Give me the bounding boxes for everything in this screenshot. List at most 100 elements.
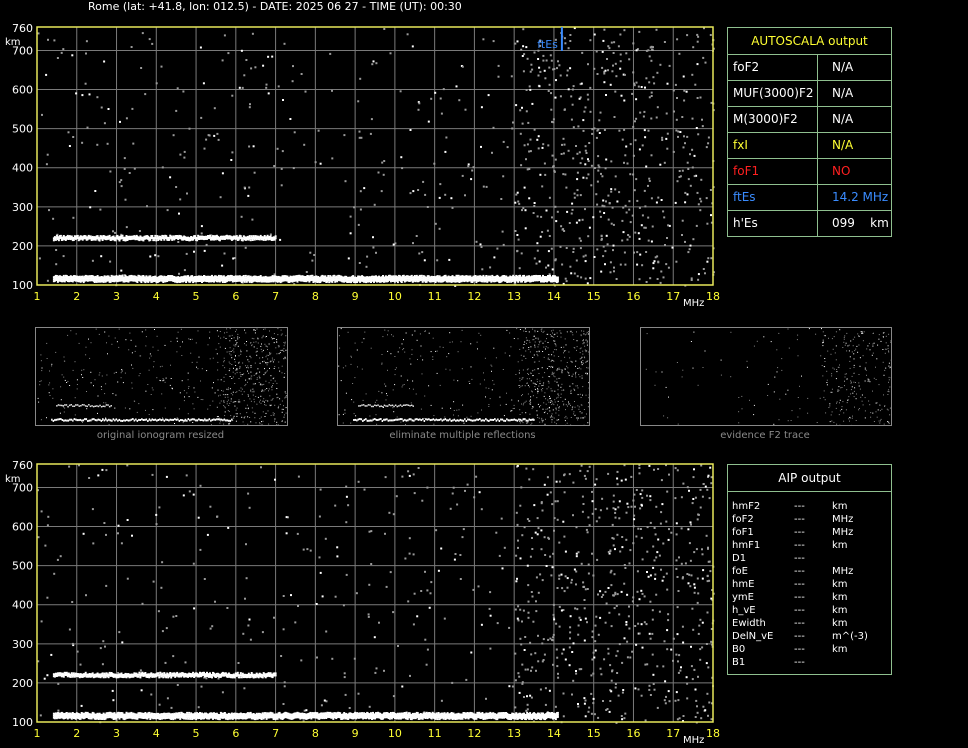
noise-point	[329, 52, 332, 55]
trace-point	[194, 235, 197, 238]
noise-point	[433, 162, 436, 165]
noise-point	[682, 146, 685, 149]
noise-point	[85, 40, 88, 43]
noise-point	[261, 631, 264, 634]
noise-point	[527, 616, 530, 619]
noise-point	[660, 270, 663, 273]
trace-point	[242, 275, 245, 277]
noise-point	[593, 256, 596, 258]
noise-point	[656, 278, 659, 280]
noise-point	[653, 468, 655, 471]
noise-point	[449, 507, 452, 510]
noise-point	[96, 96, 99, 99]
noise-point	[657, 538, 660, 541]
noise-point	[546, 476, 549, 479]
noise-point	[383, 160, 386, 162]
noise-point	[624, 263, 627, 266]
noise-point	[594, 508, 597, 511]
trace-point	[108, 234, 111, 237]
noise-point	[610, 625, 613, 628]
x-tick-label: 7	[272, 290, 279, 303]
noise-point	[140, 67, 143, 69]
noise-point	[47, 515, 50, 518]
noise-point	[581, 510, 584, 513]
noise-point	[166, 209, 169, 212]
noise-point	[377, 171, 380, 174]
noise-point	[621, 138, 624, 141]
noise-point	[523, 526, 526, 529]
noise-point	[582, 176, 585, 179]
noise-point	[623, 564, 626, 566]
noise-point	[636, 590, 639, 593]
noise-point	[558, 64, 561, 67]
noise-point	[516, 617, 519, 620]
noise-point	[526, 57, 529, 60]
noise-point	[585, 528, 588, 531]
noise-point	[593, 713, 596, 716]
noise-point	[677, 130, 680, 133]
noise-point	[221, 59, 224, 62]
noise-point	[183, 269, 186, 272]
noise-point	[276, 147, 279, 150]
noise-point	[604, 250, 607, 253]
noise-point	[691, 678, 694, 681]
noise-point	[616, 650, 619, 653]
noise-point	[631, 214, 634, 217]
noise-point	[369, 132, 372, 135]
noise-point	[661, 503, 664, 506]
noise-point	[467, 163, 470, 166]
noise-point	[105, 584, 108, 587]
noise-point	[254, 66, 257, 69]
noise-point	[662, 210, 665, 213]
noise-point	[572, 514, 574, 517]
noise-point	[514, 652, 517, 655]
noise-point	[566, 586, 569, 589]
noise-point	[555, 648, 558, 651]
noise-point	[675, 260, 678, 263]
ftEs-label: ftEs	[537, 38, 558, 51]
noise-point	[248, 506, 251, 509]
trace-point	[72, 239, 75, 241]
noise-point	[106, 142, 109, 145]
noise-point	[409, 674, 411, 677]
noise-point	[563, 37, 566, 40]
noise-point	[699, 209, 702, 212]
noise-point	[591, 500, 594, 503]
noise-point	[514, 679, 517, 682]
noise-point	[693, 583, 696, 586]
noise-point	[538, 85, 541, 88]
noise-point	[575, 570, 578, 573]
noise-point	[401, 167, 404, 170]
noise-point	[537, 660, 540, 663]
noise-point	[461, 174, 464, 177]
noise-point	[609, 700, 612, 702]
noise-point	[575, 583, 577, 586]
noise-point	[645, 77, 648, 80]
noise-point	[587, 235, 590, 238]
trace-point	[416, 712, 419, 715]
noise-point	[541, 185, 544, 188]
noise-point	[646, 526, 649, 529]
noise-point	[632, 499, 635, 502]
noise-point	[531, 595, 534, 598]
noise-point	[265, 86, 268, 89]
noise-point	[470, 178, 473, 181]
noise-point	[591, 630, 594, 633]
noise-point	[184, 661, 187, 664]
noise-point	[612, 507, 615, 510]
noise-point	[692, 628, 695, 631]
noise-point	[618, 643, 621, 646]
noise-point	[530, 591, 533, 593]
noise-point	[265, 83, 268, 86]
noise-point	[303, 143, 306, 146]
noise-point	[273, 616, 275, 619]
noise-point	[388, 511, 391, 514]
noise-point	[694, 716, 697, 718]
noise-point	[603, 28, 606, 31]
noise-point	[613, 270, 615, 273]
noise-point	[561, 143, 563, 146]
noise-point	[314, 161, 317, 164]
trace-point	[124, 717, 127, 720]
noise-point	[131, 107, 134, 110]
noise-point	[614, 90, 617, 93]
